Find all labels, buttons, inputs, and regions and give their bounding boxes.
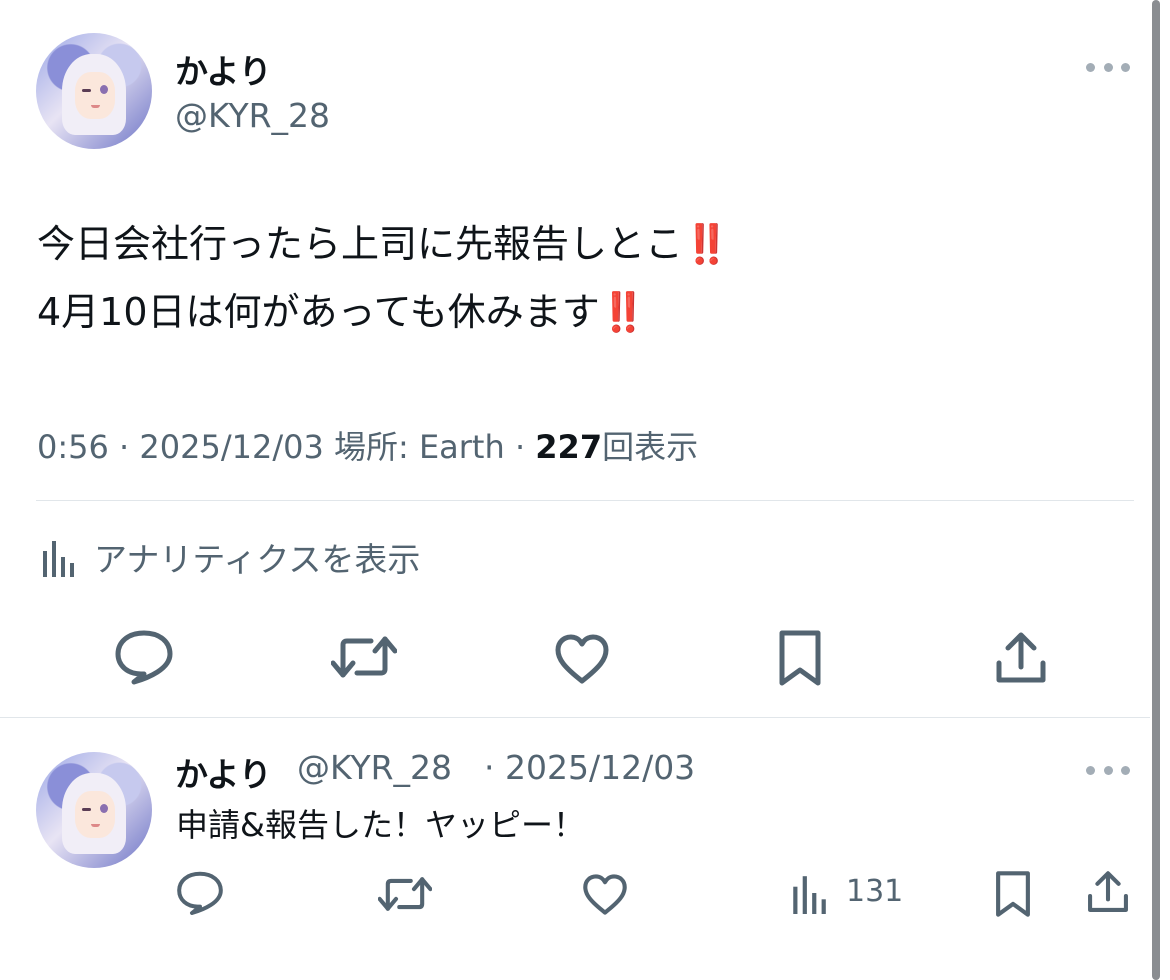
avatar[interactable] [36,33,152,149]
bookmark-icon[interactable] [777,629,823,687]
tweet-meta: 0:56 · 2025/12/03 場所: Earth · 227回表示 [37,422,698,468]
share-icon[interactable] [1086,870,1130,914]
reply-icon[interactable] [176,870,224,916]
retweet-icon[interactable] [331,633,397,681]
share-icon[interactable] [994,631,1048,685]
tweet-text-line2: 4月10日は何があっても休みます [37,290,600,334]
emphasis-emoji: ‼️ [683,222,730,266]
view-count: 227 [535,428,603,466]
reply-icon[interactable] [114,629,174,685]
reply-handle[interactable]: @KYR_28 [297,748,452,787]
display-name[interactable]: かより [175,45,272,93]
divider [0,717,1150,718]
reply-avatar[interactable] [36,752,152,868]
analytics-label: アナリティクスを表示 [94,540,421,579]
analytics-link[interactable]: アナリティクスを表示 [40,533,420,581]
analytics-icon[interactable] [790,872,828,914]
emphasis-emoji: ‼️ [599,290,647,334]
scrollbar[interactable] [1152,0,1160,980]
like-icon[interactable] [554,633,610,685]
bookmark-icon[interactable] [994,870,1032,918]
more-icon[interactable] [1086,764,1130,776]
tweet-text-line1: 今日会社行ったら上司に先報告しとこ [37,222,684,266]
reply-date[interactable]: · 2025/12/03 [484,748,695,787]
view-label: 回表示 [602,428,699,466]
more-icon[interactable] [1086,61,1130,73]
handle[interactable]: @KYR_28 [175,96,330,135]
reply-display-name[interactable]: かより [175,748,272,796]
tweet-location[interactable]: 場所: Earth [334,428,505,466]
divider [36,500,1134,501]
reply-view-count: 131 [846,874,904,909]
retweet-icon[interactable] [378,874,432,914]
tweet-text: 今日会社行ったら上司に先報告しとこ‼️ 4月10日は何があっても休みます‼️ [37,210,730,346]
like-icon[interactable] [582,873,628,916]
meta-separator: · [514,428,526,466]
tweet-time[interactable]: 0:56 [37,428,109,466]
analytics-icon [43,541,74,577]
meta-separator: · [119,428,130,466]
tweet-date[interactable]: 2025/12/03 [139,428,323,466]
reply-text: 申請&報告した！ヤッピー！ [176,806,585,844]
